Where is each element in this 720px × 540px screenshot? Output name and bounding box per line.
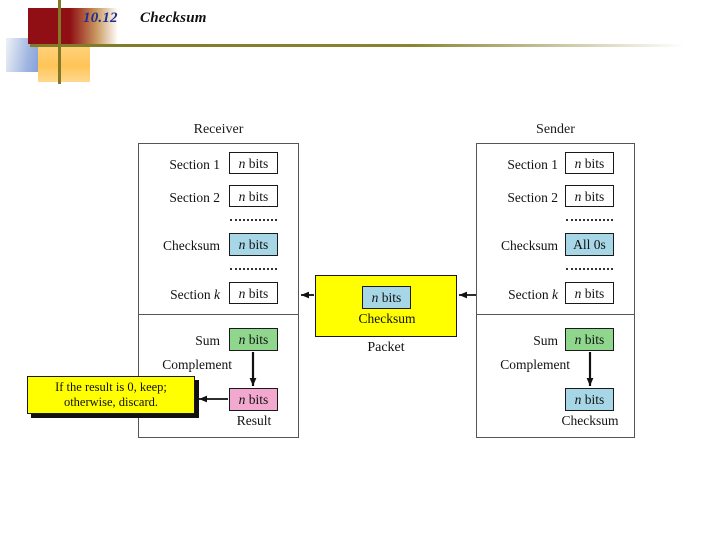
sender-row-label-3: Section k	[508, 287, 558, 302]
sender-row-value-0: n bits	[565, 152, 614, 174]
receiver-sum-label: Sum	[195, 333, 220, 348]
receiver-complement-label: Complement	[162, 357, 232, 372]
sender-panel-divider	[477, 314, 634, 315]
receiver-caption: Receiver	[193, 122, 244, 137]
receiver-panel-divider	[139, 314, 298, 315]
receiver-row-value-3: n bits	[229, 282, 278, 304]
receiver-row-label-0: Section 1	[169, 157, 220, 172]
sender-checksum-value: n bits	[565, 388, 614, 411]
callout-line-1: If the result is 0, keep;	[55, 380, 167, 394]
sender-complement-label: Complement	[500, 357, 570, 372]
sender-caption: Sender	[536, 122, 575, 137]
receiver-row-label-2: Checksum	[163, 238, 220, 253]
receiver-row-label-1: Section 2	[169, 190, 220, 205]
receiver-sum-value: n bits	[229, 328, 278, 351]
sender-dotline-top	[566, 219, 613, 221]
sender-dotline-bottom	[566, 268, 613, 270]
receiver-row-label-3: Section k	[170, 287, 220, 302]
packet-label: Packet	[367, 340, 405, 355]
receiver-dotline-bottom	[230, 268, 277, 270]
packet-checksum-value: n bits	[362, 286, 411, 309]
sender-row-value-2: All 0s	[565, 233, 614, 256]
sender-sum-value: n bits	[565, 328, 614, 351]
receiver-row-value-0: n bits	[229, 152, 278, 174]
checksum-diagram: Receiver Section 1 n bits Section 2 n bi…	[0, 0, 720, 540]
result-rule-callout: If the result is 0, keep; otherwise, dis…	[27, 376, 195, 414]
receiver-row-value-1: n bits	[229, 185, 278, 207]
sender-checksum-caption: Checksum	[561, 413, 619, 428]
sender-sum-label: Sum	[533, 333, 558, 348]
sender-row-value-1: n bits	[565, 185, 614, 207]
receiver-dotline-top	[230, 219, 277, 221]
receiver-result-caption: Result	[236, 413, 272, 428]
sender-row-label-1: Section 2	[507, 190, 558, 205]
sender-row-value-3: n bits	[565, 282, 614, 304]
receiver-row-value-2: n bits	[229, 233, 278, 256]
sender-row-label-0: Section 1	[507, 157, 558, 172]
sender-row-label-2: Checksum	[501, 238, 558, 253]
receiver-result-value: n bits	[229, 388, 278, 411]
packet-checksum-caption: Checksum	[358, 311, 416, 326]
callout-line-2: otherwise, discard.	[63, 395, 159, 409]
